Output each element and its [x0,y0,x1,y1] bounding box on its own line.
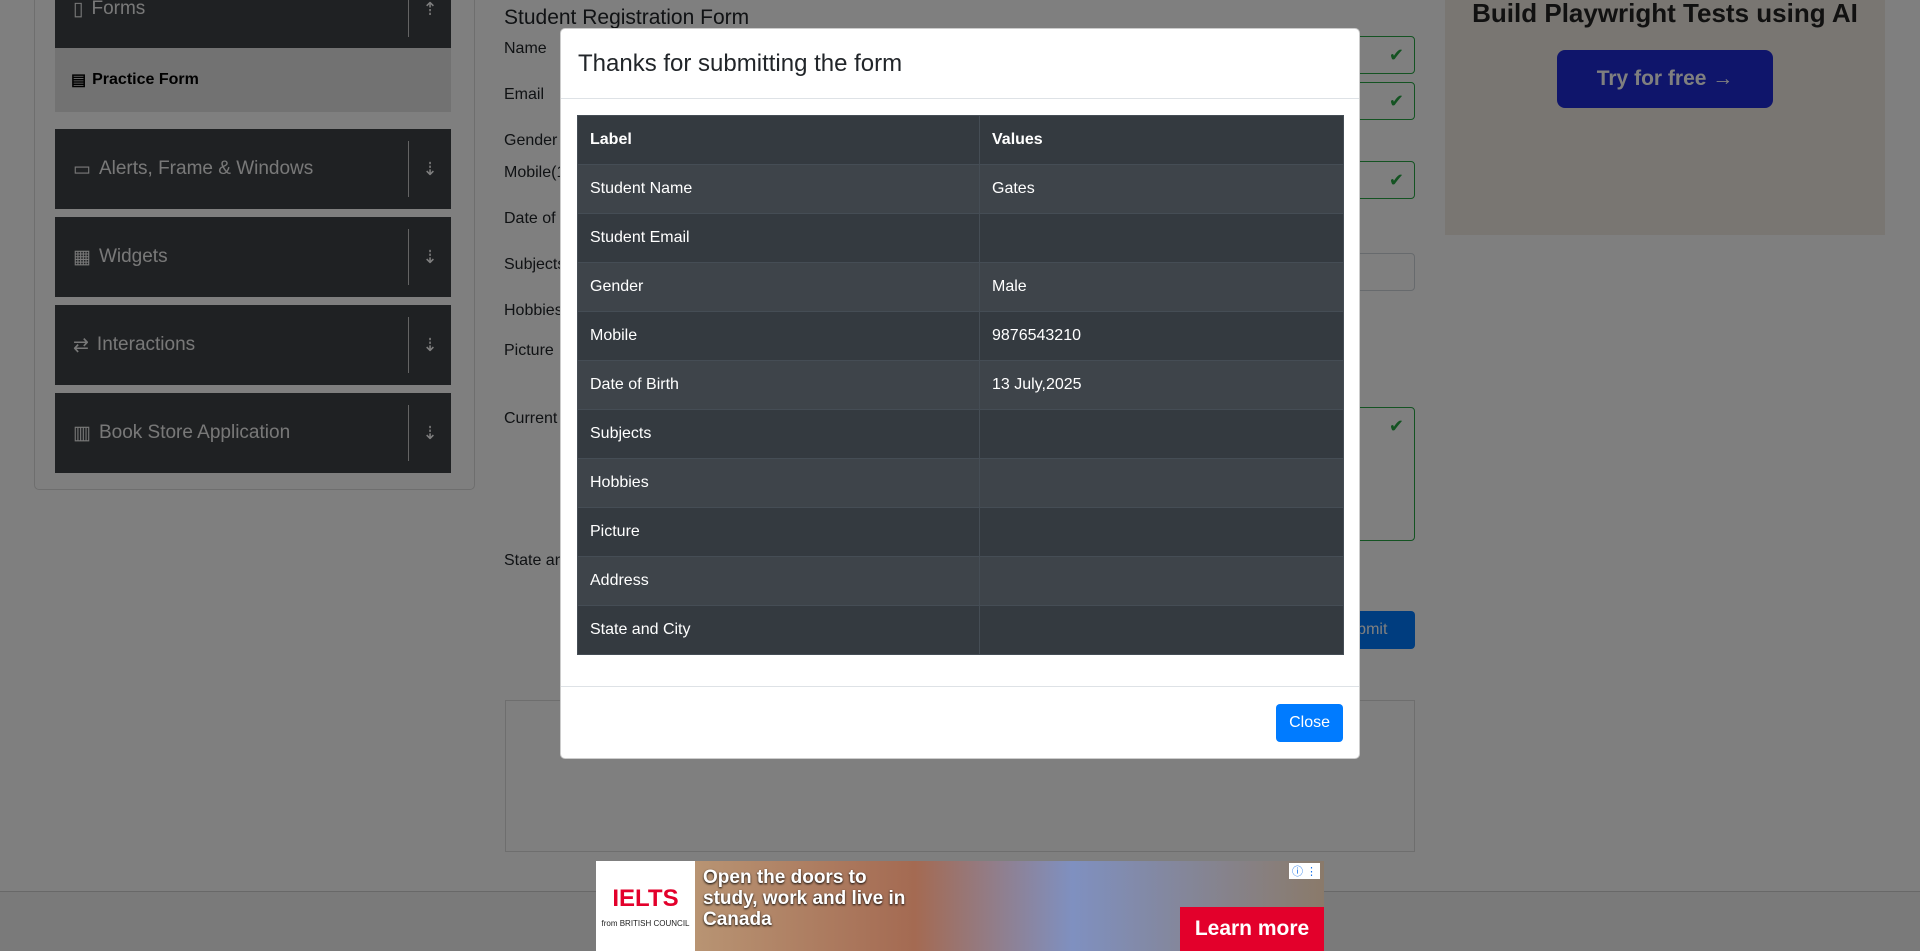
row-label: Gender [577,262,980,312]
row-value [979,507,1344,557]
row-value [979,556,1344,606]
table-row: Address [577,556,1344,606]
ad-banner[interactable]: IELTS from BRITISH COUNCIL Open the door… [596,861,1324,951]
table-row: Date of Birth 13 July,2025 [577,360,1344,410]
table-row: Student Email [577,213,1344,263]
row-label: Mobile [577,311,980,361]
row-value [979,605,1344,655]
row-label: Student Name [577,164,980,214]
modal-header: Thanks for submitting the form [561,29,1359,99]
row-value: Gates [979,164,1344,214]
table-header-row: Label Values [577,115,1344,165]
column-header: Values [979,115,1344,165]
ielts-logo: IELTS from BRITISH COUNCIL [596,861,695,951]
close-button[interactable]: Close [1276,703,1343,742]
adchoices-icon[interactable]: ⓘ ⋮ [1288,863,1320,879]
table-row: Subjects [577,409,1344,459]
modal-title: Thanks for submitting the form [578,49,903,77]
row-label: Subjects [577,409,980,459]
modal-footer: Close [561,686,1359,758]
row-label: Address [577,556,980,606]
table-row: Gender Male [577,262,1344,312]
row-label: Student Email [577,213,980,263]
row-label: Hobbies [577,458,980,508]
row-label: State and City [577,605,980,655]
table-row: State and City [577,605,1344,655]
ad-brand: IELTS [612,884,679,912]
ad-learn-more-button[interactable]: Learn more [1180,907,1324,951]
results-table: Label Values Student Name Gates Student E… [577,115,1344,655]
row-value [979,409,1344,459]
row-value [979,458,1344,508]
table-row: Hobbies [577,458,1344,508]
row-value: 13 July,2025 [979,360,1344,410]
modal-body: Label Values Student Name Gates Student E… [561,99,1359,671]
table-row: Student Name Gates [577,164,1344,214]
submission-modal: Thanks for submitting the form Label Val… [560,28,1360,759]
row-value: 9876543210 [979,311,1344,361]
ad-partner: from BRITISH COUNCIL [601,918,690,928]
column-header: Label [577,115,980,165]
table-row: Mobile 9876543210 [577,311,1344,361]
row-value [979,213,1344,263]
row-label: Picture [577,507,980,557]
row-value: Male [979,262,1344,312]
ad-headline: Open the doors to study, work and live i… [703,867,906,930]
row-label: Date of Birth [577,360,980,410]
table-row: Picture [577,507,1344,557]
ad-photo: Open the doors to study, work and live i… [695,861,1324,951]
